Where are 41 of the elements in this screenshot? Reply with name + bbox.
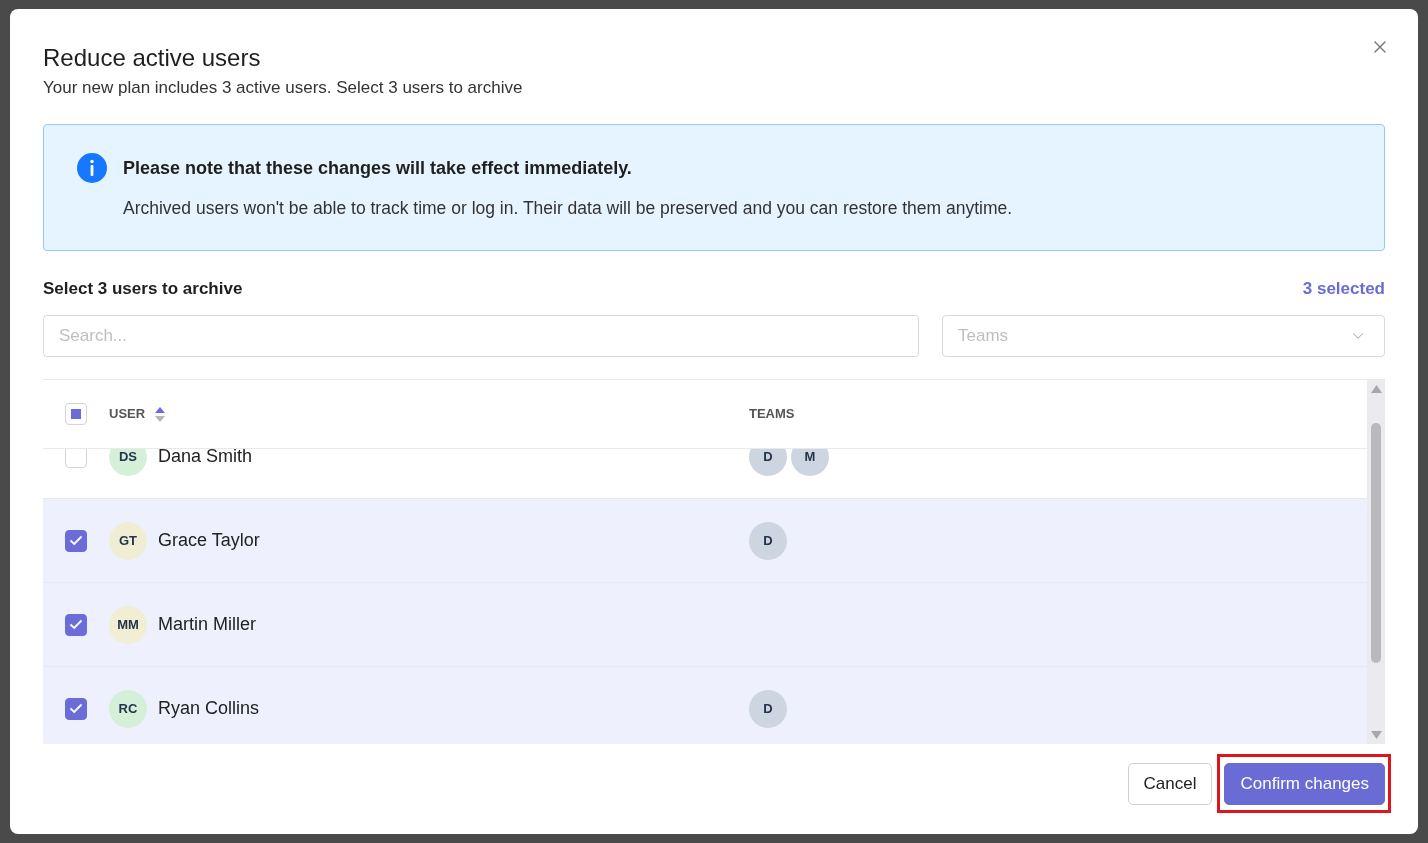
sort-icon[interactable] [155, 406, 166, 422]
scrollbar[interactable] [1367, 380, 1385, 744]
check-icon [69, 535, 83, 546]
table-row[interactable]: MM Martin Miller [43, 583, 1367, 667]
user-name: Martin Miller [158, 613, 256, 636]
team-avatar: D [749, 689, 787, 728]
team-avatar: D [749, 449, 787, 476]
row-checkbox[interactable] [65, 613, 87, 636]
confirm-button[interactable]: Confirm changes [1224, 763, 1385, 805]
scroll-up-icon[interactable] [1370, 385, 1382, 393]
team-avatar: M [791, 449, 829, 476]
partial-check-icon [71, 409, 81, 419]
user-name: Dana Smith [158, 449, 253, 468]
notice-text: Archived users won't be able to track time or log in. Their data will be preserved and you can restore them anytime. [123, 197, 1013, 219]
dialog-subtitle: Your new plan includes 3 active users. Select 3 users to archive [43, 77, 523, 99]
user-name: Ryan Collins [158, 697, 260, 720]
dialog-title: Reduce active users [43, 43, 261, 73]
user-avatar: DS [109, 449, 147, 476]
scroll-down-icon[interactable] [1370, 731, 1382, 739]
row-checkbox[interactable] [65, 529, 87, 552]
team-avatar: D [749, 521, 787, 560]
row-checkbox[interactable] [65, 697, 87, 720]
user-avatar: RC [109, 689, 147, 728]
select-all-checkbox[interactable] [65, 403, 87, 425]
user-avatar: GT [109, 521, 147, 560]
cancel-button[interactable]: Cancel [1127, 763, 1213, 805]
check-icon [69, 619, 83, 630]
search-field[interactable]: Search... [43, 315, 919, 357]
check-icon [69, 703, 83, 714]
user-name: Grace Taylor [158, 529, 260, 552]
table-row[interactable]: RC Ryan Collins D [43, 667, 1367, 744]
table-row[interactable]: DS Dana Smith D M [43, 449, 1367, 499]
scrollbar-thumb[interactable] [1371, 423, 1381, 663]
table-row[interactable]: GT Grace Taylor D [43, 499, 1367, 583]
column-header: USER [109, 405, 146, 424]
user-avatar: MM [109, 605, 147, 644]
selected-count: 3 selected [1302, 278, 1385, 301]
info-icon [77, 153, 107, 183]
notice-title: Please note that these changes will take effect immediately. [123, 157, 633, 179]
selection-heading: Select 3 users to archive [43, 278, 243, 301]
column-header: TEAMS [749, 405, 795, 424]
